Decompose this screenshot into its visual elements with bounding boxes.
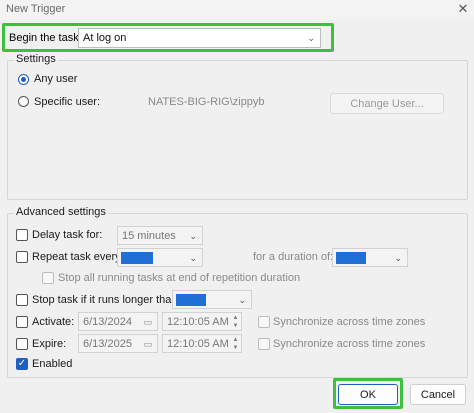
chevron-down-icon: ⌄ bbox=[189, 253, 197, 263]
activate-sync-label: Synchronize across time zones bbox=[273, 316, 426, 328]
any-user-label: Any user bbox=[34, 73, 78, 85]
begin-task-select[interactable]: At log on ⌄ bbox=[78, 28, 321, 48]
specific-user-label: Specific user: bbox=[34, 96, 101, 108]
calendar-icon: ▭ bbox=[143, 339, 152, 349]
stop-longer-label: Stop task if it runs longer than: bbox=[32, 294, 181, 306]
delay-task-checkbox[interactable] bbox=[16, 229, 28, 241]
duration-select[interactable]: ⌄ bbox=[332, 248, 408, 267]
enabled-checkbox[interactable]: ✓ bbox=[16, 358, 28, 370]
repeat-task-checkbox[interactable] bbox=[16, 251, 28, 263]
user-account-value: NATES-BIG-RIG\zippyb bbox=[148, 96, 265, 108]
delay-task-value: 15 minutes bbox=[122, 230, 176, 242]
activate-time-value: 12:10:05 AM bbox=[167, 316, 229, 328]
chevron-down-icon: ⌄ bbox=[238, 295, 246, 305]
expire-date-value: 6/13/2025 bbox=[83, 338, 132, 350]
activate-time-picker[interactable]: 12:10:05 AM ▲ ▼ bbox=[162, 312, 242, 331]
stop-longer-selection bbox=[176, 294, 206, 306]
cancel-button[interactable]: Cancel bbox=[410, 384, 466, 405]
repeat-interval-selection bbox=[121, 252, 153, 264]
stop-longer-checkbox[interactable] bbox=[16, 294, 28, 306]
delay-task-select[interactable]: 15 minutes ⌄ bbox=[117, 226, 203, 245]
begin-task-label: Begin the task: bbox=[9, 32, 82, 44]
expire-label: Expire: bbox=[32, 338, 67, 350]
expire-date-picker[interactable]: 6/13/2025 ▭ bbox=[78, 334, 158, 353]
stop-running-label: Stop all running tasks at end of repetit… bbox=[58, 272, 301, 284]
duration-selection bbox=[336, 252, 366, 264]
stop-running-checkbox[interactable] bbox=[42, 272, 54, 284]
title-bar bbox=[0, 0, 474, 20]
begin-task-value: At log on bbox=[83, 32, 127, 44]
settings-title: Settings bbox=[14, 53, 58, 65]
chevron-down-icon: ⌄ bbox=[307, 33, 315, 43]
activate-label: Activate: bbox=[32, 316, 75, 328]
spinner-icon: ▲ ▼ bbox=[232, 337, 239, 351]
delay-task-label: Delay task for: bbox=[32, 229, 103, 241]
activate-sync-checkbox[interactable] bbox=[258, 316, 270, 328]
repeat-task-label: Repeat task every: bbox=[32, 251, 124, 263]
calendar-icon: ▭ bbox=[143, 317, 152, 327]
ok-button[interactable]: OK bbox=[338, 384, 398, 405]
enabled-label: Enabled bbox=[32, 358, 73, 370]
repeat-interval-select[interactable]: ⌄ bbox=[117, 248, 203, 267]
expire-time-value: 12:10:05 AM bbox=[167, 338, 229, 350]
any-user-radio[interactable] bbox=[18, 74, 29, 85]
activate-date-picker[interactable]: 6/13/2024 ▭ bbox=[78, 312, 158, 331]
expire-checkbox[interactable] bbox=[16, 338, 28, 350]
spinner-icon: ▲ ▼ bbox=[232, 315, 239, 329]
duration-label: for a duration of: bbox=[253, 251, 334, 263]
expire-sync-checkbox[interactable] bbox=[258, 338, 270, 350]
expire-sync-label: Synchronize across time zones bbox=[273, 338, 426, 350]
close-icon[interactable]: ✕ bbox=[456, 2, 470, 16]
chevron-down-icon: ⌄ bbox=[394, 253, 402, 263]
activate-date-value: 6/13/2024 bbox=[83, 316, 132, 328]
expire-time-picker[interactable]: 12:10:05 AM ▲ ▼ bbox=[162, 334, 242, 353]
stop-longer-select[interactable]: ⌄ bbox=[172, 290, 252, 309]
advanced-settings-title: Advanced settings bbox=[14, 206, 108, 218]
specific-user-radio[interactable] bbox=[18, 96, 29, 107]
chevron-down-icon: ⌄ bbox=[189, 231, 197, 241]
activate-checkbox[interactable] bbox=[16, 316, 28, 328]
change-user-button[interactable]: Change User... bbox=[330, 93, 444, 114]
window-title: New Trigger bbox=[6, 3, 66, 15]
